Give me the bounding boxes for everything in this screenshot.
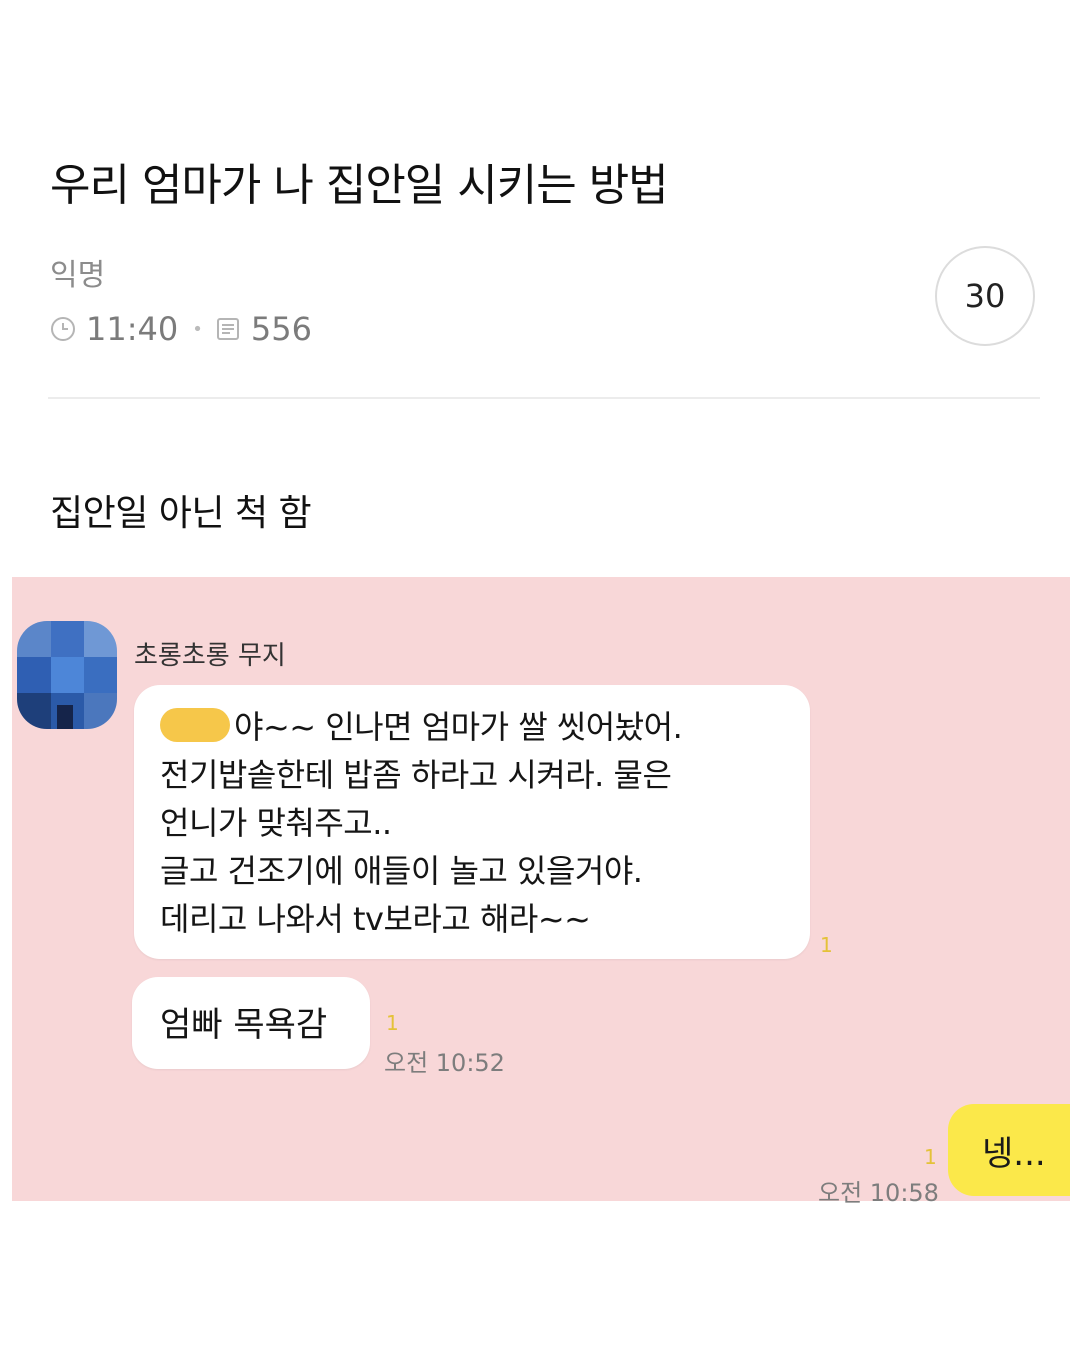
message-line: 언니가 맞춰주고.. bbox=[160, 804, 392, 842]
post-body: 집안일 아닌 척 함 bbox=[50, 493, 312, 534]
sender-name: 초롱초롱 무지 bbox=[134, 641, 286, 671]
message-bubble: 엄빠 목욕감 bbox=[132, 977, 370, 1069]
unread-count: 1 bbox=[924, 1145, 937, 1169]
unread-count: 1 bbox=[820, 933, 833, 957]
divider bbox=[48, 397, 1040, 399]
message-line: 전기밥솥한테 밥좀 하라고 시켜라. 물은 bbox=[160, 756, 672, 794]
message-line: 데리고 나와서 tv보라고 해라~~ bbox=[160, 900, 591, 938]
post-time: 11:40 bbox=[86, 310, 179, 348]
unread-count: 1 bbox=[386, 1011, 399, 1035]
message-line: 글고 건조기에 애들이 놀고 있을거야. bbox=[160, 852, 643, 890]
censored-name bbox=[160, 708, 230, 742]
post-title: 우리 엄마가 나 집안일 시키는 방법 bbox=[50, 160, 669, 211]
comment-count-button[interactable]: 30 bbox=[935, 246, 1035, 346]
message-text: 넹... bbox=[982, 1134, 1046, 1174]
message-bubble: 야~~ 인나면 엄마가 쌀 씻어놨어. 전기밥솥한테 밥좀 하라고 시켜라. 물… bbox=[134, 685, 810, 959]
my-message-bubble: 넹... bbox=[948, 1104, 1070, 1196]
message-time: 오전 10:52 bbox=[384, 1049, 505, 1077]
chat-screenshot: 초롱초롱 무지 야~~ 인나면 엄마가 쌀 씻어놨어. 전기밥솥한테 밥좀 하라… bbox=[12, 577, 1070, 1207]
comment-count: 30 bbox=[964, 277, 1006, 315]
view-count: 556 bbox=[250, 310, 312, 348]
message-line: 야~~ 인나면 엄마가 쌀 씻어놨어. bbox=[234, 708, 683, 746]
avatar bbox=[17, 621, 117, 729]
author-name: 익명 bbox=[50, 258, 106, 293]
message-text: 엄빠 목욕감 bbox=[160, 1005, 328, 1045]
message-time: 오전 10:58 bbox=[818, 1179, 939, 1207]
meta-separator: • bbox=[192, 318, 203, 340]
post-meta: 11:40 • 556 bbox=[50, 308, 312, 350]
clock-icon bbox=[50, 316, 76, 342]
document-icon bbox=[215, 316, 241, 342]
